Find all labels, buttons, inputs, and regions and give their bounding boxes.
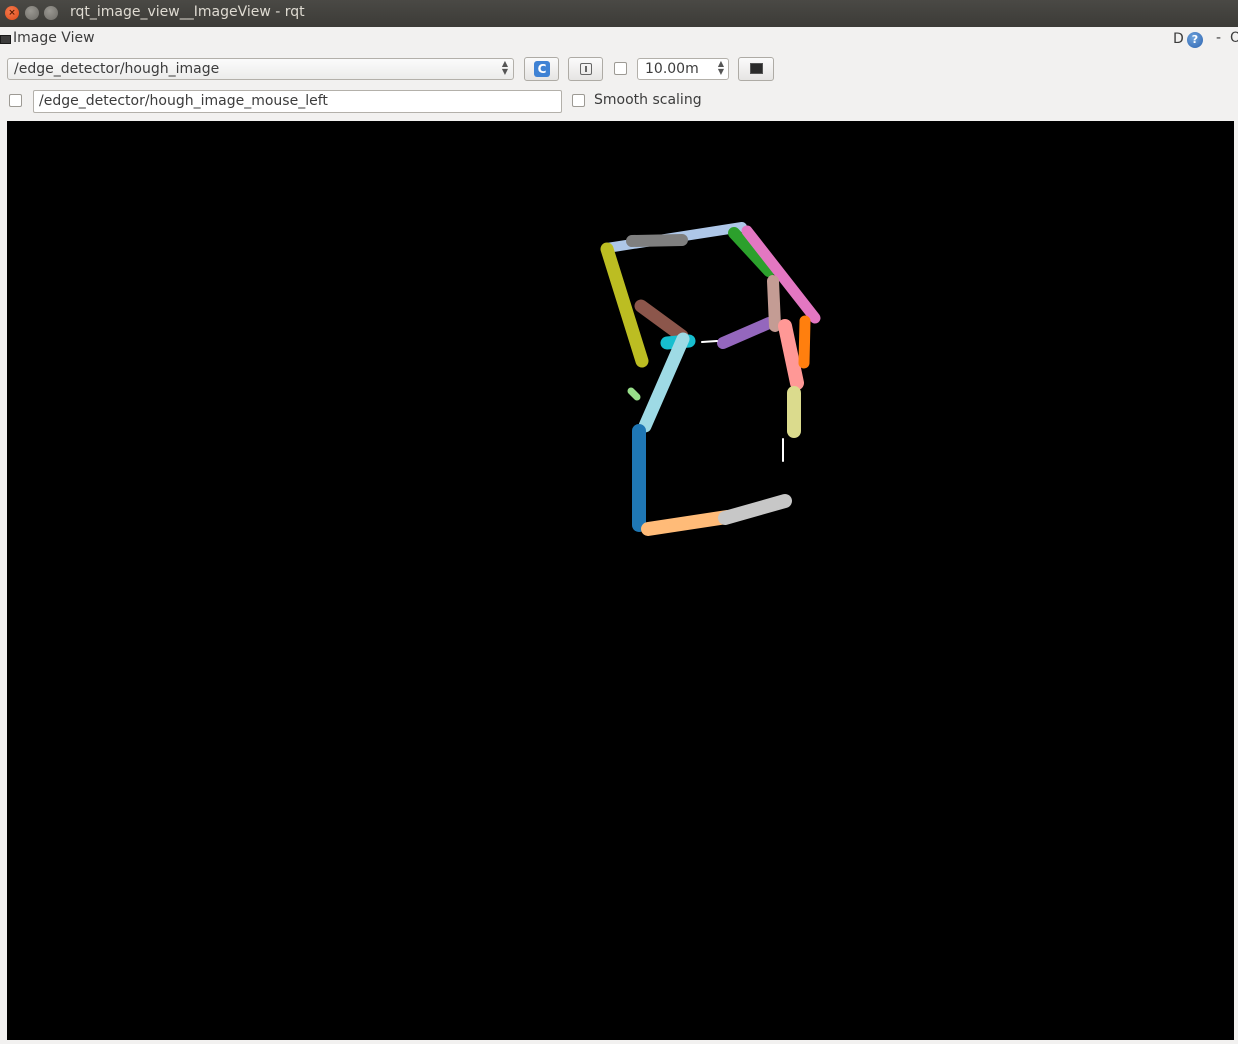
window-titlebar: × rqt_image_view__ImageView - rqt <box>0 0 1238 27</box>
hough-line-segment <box>718 494 792 525</box>
topic-combobox[interactable]: /edge_detector/hough_image ▲ ▼ <box>7 58 514 80</box>
window-minimize-button[interactable] <box>25 6 39 20</box>
hough-line-segment <box>626 234 688 247</box>
pause-button[interactable] <box>568 57 603 81</box>
topic-combobox-value: /edge_detector/hough_image <box>14 61 220 77</box>
zoom-checkbox[interactable] <box>614 62 627 75</box>
refresh-icon: C <box>534 61 550 77</box>
dock-window-icon <box>0 35 11 44</box>
hough-line-segment <box>798 315 811 369</box>
chevron-updown-icon: ▲ ▼ <box>501 59 508 76</box>
hough-line-segment <box>634 299 689 343</box>
hough-line-segment <box>778 319 804 390</box>
dock-minimize-button[interactable]: - <box>1216 30 1221 46</box>
dock-close-button[interactable]: O <box>1230 30 1238 46</box>
mouse-publish-checkbox[interactable] <box>9 94 22 107</box>
save-icon <box>750 63 763 74</box>
pause-icon <box>580 63 592 75</box>
mouse-topic-input-value: /edge_detector/hough_image_mouse_left <box>39 93 328 109</box>
hough-line-segment <box>627 387 641 401</box>
dock-header: Image View D ? - O <box>0 27 1238 51</box>
hough-line-segment <box>741 225 821 324</box>
smooth-scaling-label: Smooth scaling <box>594 92 702 108</box>
hough-line-segment <box>701 340 718 343</box>
help-icon[interactable]: ? <box>1187 32 1203 48</box>
spin-arrows-icon[interactable]: ▲ ▼ <box>718 60 724 76</box>
zoom-spinbox-value: 10.00m <box>645 61 699 77</box>
refresh-topics-button[interactable]: C <box>524 57 559 81</box>
mouse-topic-input[interactable]: /edge_detector/hough_image_mouse_left <box>33 90 562 113</box>
image-display[interactable] <box>7 121 1234 1040</box>
window-title: rqt_image_view__ImageView - rqt <box>70 4 305 20</box>
zoom-spinbox[interactable]: 10.00m ▲ ▼ <box>637 58 729 80</box>
hough-line-segment <box>641 510 734 536</box>
hough-line-segment <box>638 332 690 433</box>
window-close-button[interactable]: × <box>5 6 19 20</box>
hough-line-segment <box>717 317 775 349</box>
hough-lines-image <box>600 222 821 536</box>
hough-line-segment <box>767 275 781 332</box>
dock-d-button[interactable]: D <box>1173 31 1184 47</box>
save-image-button[interactable] <box>738 57 774 81</box>
smooth-scaling-checkbox[interactable] <box>572 94 585 107</box>
window-maximize-button[interactable] <box>44 6 58 20</box>
dock-title: Image View <box>13 30 95 46</box>
